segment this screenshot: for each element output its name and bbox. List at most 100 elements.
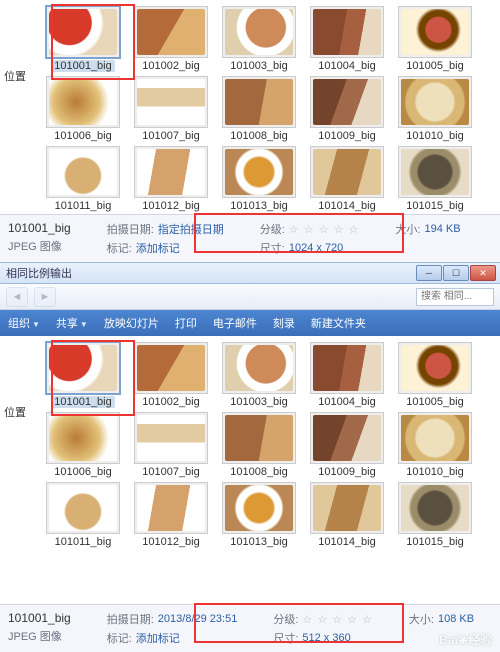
file-item[interactable]: 101013_big [220, 482, 298, 548]
close-button[interactable]: ✕ [470, 265, 496, 281]
file-thumbnail [134, 482, 208, 534]
dimensions-value: 1024 x 720 [289, 242, 343, 254]
tag-value[interactable]: 添加标记 [136, 630, 180, 646]
file-thumbnail [134, 342, 208, 394]
file-item[interactable]: 101015_big [396, 146, 474, 212]
file-item[interactable]: 101003_big [220, 342, 298, 408]
file-label: 101008_big [230, 130, 288, 142]
file-thumbnail [134, 76, 208, 128]
organize-button[interactable]: 组织▼ [8, 315, 40, 331]
file-thumbnail [46, 412, 120, 464]
file-item[interactable]: 101009_big [308, 412, 386, 478]
file-item[interactable]: 101013_big [220, 146, 298, 212]
file-label: 101002_big [142, 396, 200, 408]
dimensions-value: 512 x 360 [302, 632, 350, 644]
date-label: 拍摄日期: [107, 221, 154, 237]
file-item[interactable]: 101004_big [308, 6, 386, 72]
file-item[interactable]: 101002_big [132, 6, 210, 72]
date-value[interactable]: 指定拍摄日期 [158, 221, 224, 237]
file-thumbnail [222, 342, 296, 394]
file-thumbnail [46, 146, 120, 198]
file-thumbnail [310, 6, 384, 58]
top-explorer-panel: 位置 101001_big101002_big101003_big101004_… [0, 0, 500, 262]
dimensions-label: 尺寸: [273, 630, 298, 646]
file-item[interactable]: 101011_big [44, 146, 122, 212]
forward-button[interactable]: ► [34, 287, 56, 307]
file-label: 101006_big [54, 130, 112, 142]
file-item[interactable]: 101010_big [396, 76, 474, 142]
maximize-button[interactable]: ☐ [443, 265, 469, 281]
size-value: 108 KB [438, 613, 474, 625]
file-item[interactable]: 101008_big [220, 412, 298, 478]
file-thumbnail [46, 76, 120, 128]
file-thumbnail [398, 412, 472, 464]
tag-value[interactable]: 添加标记 [136, 240, 180, 256]
tag-label: 标记: [107, 630, 132, 646]
file-item[interactable]: 101009_big [308, 76, 386, 142]
file-item[interactable]: 101012_big [132, 146, 210, 212]
file-label: 101011_big [55, 200, 112, 212]
rating-stars[interactable]: ☆ ☆ ☆ ☆ ☆ [289, 223, 360, 236]
file-label: 101013_big [230, 536, 288, 548]
details-filetype: JPEG 图像 [8, 628, 71, 644]
file-thumbnail [46, 6, 120, 58]
file-item[interactable]: 101005_big [396, 342, 474, 408]
rating-stars[interactable]: ☆ ☆ ☆ ☆ ☆ [302, 613, 373, 626]
search-input[interactable] [416, 288, 494, 306]
file-thumbnail [222, 412, 296, 464]
email-button[interactable]: 电子邮件 [213, 315, 257, 331]
file-label: 101014_big [318, 536, 376, 548]
file-label: 101007_big [142, 466, 200, 478]
file-item[interactable]: 101006_big [44, 76, 122, 142]
file-item[interactable]: 101014_big [308, 146, 386, 212]
file-item[interactable]: 101004_big [308, 342, 386, 408]
file-item[interactable]: 101007_big [132, 76, 210, 142]
file-item[interactable]: 101011_big [44, 482, 122, 548]
file-label: 101008_big [230, 466, 288, 478]
thumbnail-grid-top: 101001_big101002_big101003_big101004_big… [0, 0, 500, 214]
file-item[interactable]: 101015_big [396, 482, 474, 548]
file-item[interactable]: 101014_big [308, 482, 386, 548]
file-item[interactable]: 101003_big [220, 6, 298, 72]
file-item[interactable]: 101006_big [44, 412, 122, 478]
file-thumbnail [310, 76, 384, 128]
file-thumbnail [134, 146, 208, 198]
file-label: 101015_big [406, 200, 464, 212]
print-button[interactable]: 打印 [175, 315, 197, 331]
file-item[interactable]: 101012_big [132, 482, 210, 548]
back-button[interactable]: ◄ [6, 287, 28, 307]
file-thumbnail [398, 342, 472, 394]
share-button[interactable]: 共享▼ [56, 315, 88, 331]
file-label: 101007_big [142, 130, 200, 142]
file-item[interactable]: 101008_big [220, 76, 298, 142]
file-thumbnail [310, 482, 384, 534]
rating-label: 分级: [260, 221, 285, 237]
new-folder-button[interactable]: 新建文件夹 [311, 315, 366, 331]
file-item[interactable]: 101010_big [396, 412, 474, 478]
file-thumbnail [398, 6, 472, 58]
file-label: 101006_big [54, 466, 112, 478]
window-titlebar[interactable]: 相同比例输出 ─ ☐ ✕ [0, 262, 500, 284]
file-item[interactable]: 101001_big [44, 342, 122, 408]
slideshow-button[interactable]: 放映幻灯片 [104, 315, 159, 331]
minimize-button[interactable]: ─ [416, 265, 442, 281]
dimensions-label: 尺寸: [260, 240, 285, 256]
file-label: 101010_big [406, 466, 464, 478]
file-thumbnail [398, 146, 472, 198]
file-item[interactable]: 101005_big [396, 6, 474, 72]
file-item[interactable]: 101007_big [132, 412, 210, 478]
thumbnail-grid-bottom: 101001_big 101002_big 101003_big101004_big… [0, 336, 500, 550]
file-item[interactable]: 101002_big [132, 342, 210, 408]
file-label: 101009_big [318, 130, 376, 142]
details-filename: 101001_big [8, 611, 71, 625]
details-pane-top: 101001_big JPEG 图像 拍摄日期:指定拍摄日期 标记:添加标记 分… [0, 214, 500, 262]
size-label: 大小: [409, 611, 434, 627]
burn-button[interactable]: 刻录 [273, 315, 295, 331]
date-value[interactable]: 2013/8/29 23:51 [158, 613, 238, 625]
details-filename: 101001_big [8, 221, 71, 235]
file-item[interactable]: 101001_big [44, 6, 122, 72]
file-label: 101012_big [142, 200, 200, 212]
file-thumbnail [46, 482, 120, 534]
file-thumbnail [222, 146, 296, 198]
file-thumbnail [310, 342, 384, 394]
